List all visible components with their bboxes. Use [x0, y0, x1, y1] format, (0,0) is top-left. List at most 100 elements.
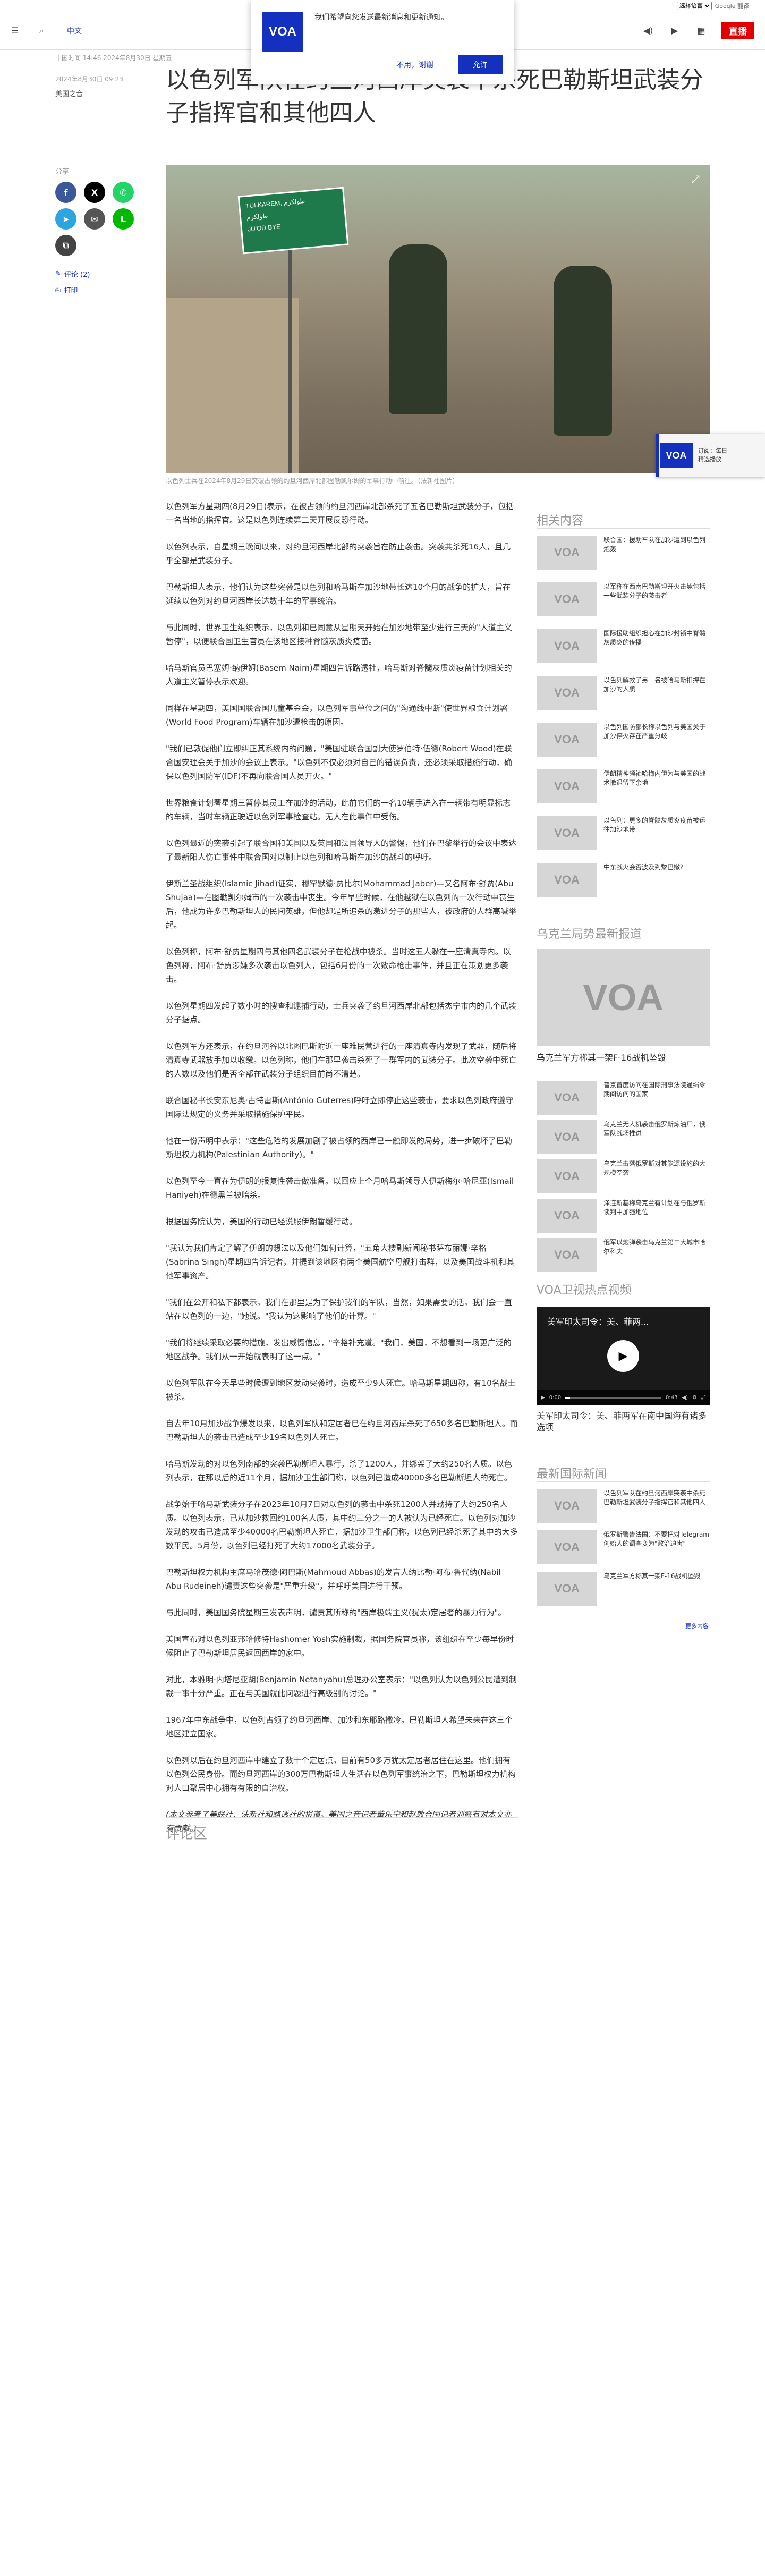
share-label: 分享	[55, 168, 70, 176]
ukraine-main-thumbnail[interactable]: VOA	[537, 949, 710, 1046]
related-item[interactable]: VOA 国际援助组织担心在加沙封锁中脊髓灰质炎的传播	[537, 629, 710, 663]
headline-text: 以色列国防部长称以色列与美国关于加沙停火存在严重分歧	[604, 723, 706, 740]
ukraine-title[interactable]: 乌克兰局势最新报道	[537, 925, 642, 942]
print-link[interactable]: ⎙ 打印	[55, 285, 78, 295]
hero-caption: 以色列士兵在2024年8月29日突破占领的约旦河西岸北部图勒凯尔姆的军事行动中前…	[166, 477, 459, 485]
article-meta: 中国时间 14:46 2024年8月30日 星期五	[55, 54, 172, 62]
article-paragraph: 以色列表示，自星期三晚间以来，对约旦河西岸北部的突袭旨在防止袭击。突袭共杀死16…	[166, 542, 511, 565]
article-paragraph: 联合国秘书长安东尼奥·古特雷斯(António Guterres)呼吁立即停止这…	[166, 1096, 513, 1119]
share-row-2: ➤ ✉ L	[55, 208, 134, 230]
copy-link-icon[interactable]: ⧉	[55, 235, 76, 256]
thumbnail-image: VOA	[537, 816, 597, 850]
video-caption[interactable]: 美军印太司令：美、菲两军在南中国海有诸多选项	[537, 1410, 710, 1434]
article-paragraph: 1967年中东战争中，以色列占领了约旦河西岸、加沙和东耶路撒冷。巴勒斯坦人希望未…	[166, 1715, 513, 1739]
intl-news-item[interactable]: VOA 以色列军队在约旦河西岸突袭中杀死巴勒斯坦武装分子指挥官和其他四人	[537, 1489, 710, 1523]
popup-voa-logo: VOA	[660, 443, 693, 468]
fullscreen-icon[interactable]: ⤢	[701, 1395, 706, 1401]
more-link[interactable]: 更多内容	[685, 1622, 709, 1630]
related-item[interactable]: VOA 中东战火会否波及到黎巴嫩？	[537, 863, 710, 897]
video-player[interactable]: 美军印太司令：美、菲两... ▶ ▶ 0:00 0:43 ◀) ⚙ ⤢	[537, 1307, 710, 1405]
related-item[interactable]: VOA 以色列解救了另一名被哈马斯扣押在加沙的人质	[537, 676, 710, 710]
menu-icon[interactable]: ☰	[8, 24, 21, 37]
ukraine-item[interactable]: VOA 普京首度访问在国际刑事法院通缉令期间访问的国家	[537, 1081, 710, 1115]
thumbnail-image: VOA	[537, 723, 597, 757]
article-paragraph: 他在一份声明中表示："这些危险的发展加剧了被占领的西岸已一触即发的局势，进一步破…	[166, 1136, 512, 1159]
article-paragraph: 巴勒斯坦权力机构主席马哈茂德·阿巴斯(Mahmoud Abbas)的发言人纳比勒…	[166, 1567, 501, 1591]
related-divider	[537, 528, 710, 529]
grid-icon[interactable]: ▦	[695, 24, 708, 37]
language-link[interactable]: 中文	[67, 26, 82, 36]
expand-icon[interactable]: ⤢	[687, 171, 703, 187]
popup-text: 订阅：每日 精选播放	[698, 447, 727, 463]
search-icon[interactable]: ⌕	[35, 24, 48, 37]
headline-text: 以军称在西南巴勒斯坦开火击毙包括一些武装分子的袭击者	[604, 583, 706, 599]
notification-decline-button[interactable]: 不用，谢谢	[396, 60, 434, 70]
ukraine-item[interactable]: VOA 俄军以炮弹袭击乌克兰第二大城市哈尔科夫	[537, 1238, 710, 1272]
ukraine-main-headline[interactable]: 乌克兰军方称其一架F-16战机坠毁	[537, 1052, 710, 1064]
email-share-icon[interactable]: ✉	[84, 208, 105, 230]
ukraine-item[interactable]: VOA 泽连斯基称乌克兰有计划在与俄罗斯谈判中加强地位	[537, 1199, 710, 1233]
headline-text: 联合国：援助车队在加沙遭到以色列炮轰	[604, 536, 706, 553]
article-date: 2024年8月30日 09:23	[55, 75, 123, 83]
headline-text: 俄罗斯警告法国：不要把对Telegram创始人的调查变为"政治迫害"	[604, 1531, 709, 1547]
ukraine-item[interactable]: VOA 乌克兰击落俄罗斯对其能源设施的大规模空袭	[537, 1159, 710, 1193]
related-item[interactable]: VOA 以色列国防部长称以色列与美国关于加沙停火存在严重分歧	[537, 723, 710, 757]
article-paragraph: 以色列星期四发起了数小时的搜查和逮捕行动，士兵突袭了约旦河西岸北部包括杰宁市内的…	[166, 1001, 517, 1024]
whatsapp-share-icon[interactable]: ✆	[113, 182, 134, 203]
article-paragraph: 哈马斯发动的对以色列南部的突袭巴勒斯坦人暴行，杀了1200人，并绑架了大约250…	[166, 1459, 512, 1482]
play-icon[interactable]: ▶	[607, 1340, 639, 1372]
headline-text: 乌克兰无人机袭击俄罗斯炼油厂，俄军队战场推进	[604, 1121, 706, 1137]
video-icon[interactable]: ▶	[668, 24, 681, 37]
related-item[interactable]: VOA 以军称在西南巴勒斯坦开火击毙包括一些武装分子的袭击者	[537, 582, 710, 616]
article-paragraph: 同样在星期四，美国国联合国儿童基金会，以色列军事单位之间的"沟通线中断"使世界粮…	[166, 704, 508, 727]
intl-news-item[interactable]: VOA 乌克兰军方称其一架F-16战机坠毁	[537, 1572, 710, 1606]
audio-icon[interactable]: ◀)	[642, 24, 654, 37]
article-paragraph: 与此同时，世界卫生组织表示，以色列和已同意从星期天开始在加沙地带至少进行三天的"…	[166, 623, 512, 646]
notification-prompt: VOA 我们希望向您发送最新消息和更新通知。 不用，谢谢 允许	[251, 0, 514, 84]
intl-news-title[interactable]: 最新国际新闻	[537, 1464, 607, 1481]
soldier-figure	[389, 244, 447, 414]
article-paragraph: 世界粮食计划署星期三暂停其员工在加沙的活动，此前它们的一名10辆手进入在一辆带有…	[166, 798, 511, 821]
x-share-icon[interactable]: X	[84, 182, 105, 203]
related-item[interactable]: VOA 伊朗精神领袖哈梅内伊为与美国的战术撤退留下余地	[537, 769, 710, 803]
article-paragraph: 自去年10月加沙战争爆发以来，以色列军队和定居者已在约旦河西岸杀死了650多名巴…	[166, 1419, 518, 1442]
related-item[interactable]: VOA 联合国：援助车队在加沙遭到以色列炮轰	[537, 536, 710, 570]
voa-logo: VOA	[262, 12, 303, 52]
headline-text: 乌克兰军方称其一架F-16战机坠毁	[604, 1572, 701, 1580]
article-paragraph: 以色列最近的突袭引起了联合国和美国以及英国和法国领导人的警惕，他们在巴黎举行的会…	[166, 838, 517, 862]
article-paragraph: 巴勒斯坦人表示，他们认为这些突袭是以色列和哈马斯在加沙地带长达10个月的战争的扩…	[166, 582, 511, 606]
subscribe-popup[interactable]: VOA 订阅：每日 精选播放	[656, 434, 765, 477]
thumbnail-image: VOA	[537, 1530, 597, 1564]
video-progress-track[interactable]	[565, 1396, 661, 1399]
ukraine-item[interactable]: VOA 乌克兰无人机袭击俄罗斯炼油厂，俄军队战场推进	[537, 1120, 710, 1154]
print-icon: ⎙	[55, 286, 61, 294]
live-button[interactable]: 直播	[721, 22, 754, 39]
headline-text: 以色列：更多的脊髓灰质炎疫苗被运往加沙地带	[604, 817, 706, 833]
related-item[interactable]: VOA 以色列：更多的脊髓灰质炎疫苗被运往加沙地带	[537, 816, 710, 850]
language-select[interactable]: 选择语言	[676, 2, 712, 10]
play-small-icon[interactable]: ▶	[541, 1395, 545, 1401]
settings-icon[interactable]: ⚙	[692, 1395, 697, 1401]
article-paragraph: "我们在公开和私下都表示，我们在那里是为了保护我们的军队，当然，如果需要的话，我…	[166, 1298, 512, 1321]
hero-image: TULKAREM, طولكرم طولكرم JU'OD BYE ⤢	[166, 165, 710, 473]
intl-news-item[interactable]: VOA 俄罗斯警告法国：不要把对Telegram创始人的调查变为"政治迫害"	[537, 1530, 710, 1564]
thumbnail-image: VOA	[537, 629, 597, 663]
telegram-share-icon[interactable]: ➤	[55, 208, 76, 230]
comments-link[interactable]: ✎ 评论 (2)	[55, 269, 90, 279]
article-byline: 美国之音	[55, 90, 83, 98]
video-time-end: 0:43	[665, 1394, 678, 1401]
notification-allow-button[interactable]: 允许	[458, 55, 503, 74]
article-body: 以色列军方星期四(8月29日)表示，在被占领的约旦河西岸北部杀死了五名巴勒斯坦武…	[166, 499, 518, 1848]
headline-text: 泽连斯基称乌克兰有计划在与俄罗斯谈判中加强地位	[604, 1199, 706, 1216]
video-section-title[interactable]: VOA卫视热点视频	[537, 1281, 632, 1298]
comment-icon: ✎	[55, 270, 61, 278]
article-paragraph: 以色列以后在约旦河西岸中建立了数十个定居点，目前有50多万犹太定居者居住在这里。…	[166, 1756, 516, 1793]
facebook-share-icon[interactable]: f	[55, 182, 76, 203]
article-paragraph: 以色列至今一直在为伊朗的报复性袭击做准备。以回应上个月哈马斯领导人伊斯梅尔·哈尼…	[166, 1176, 514, 1200]
volume-icon[interactable]: ◀)	[682, 1395, 688, 1401]
related-title: 相关内容	[537, 514, 584, 528]
line-share-icon[interactable]: L	[113, 208, 134, 230]
headline-text: 中东战火会否波及到黎巴嫩？	[604, 863, 687, 871]
article-paragraph: 以色列军方星期四(8月29日)表示，在被占领的约旦河西岸北部杀死了五名巴勒斯坦武…	[166, 502, 514, 525]
article-paragraph: 与此同时，美国国务院星期三发表声明，谴责其所称的"西岸极端主义(犹太)定居者的暴…	[166, 1608, 506, 1617]
